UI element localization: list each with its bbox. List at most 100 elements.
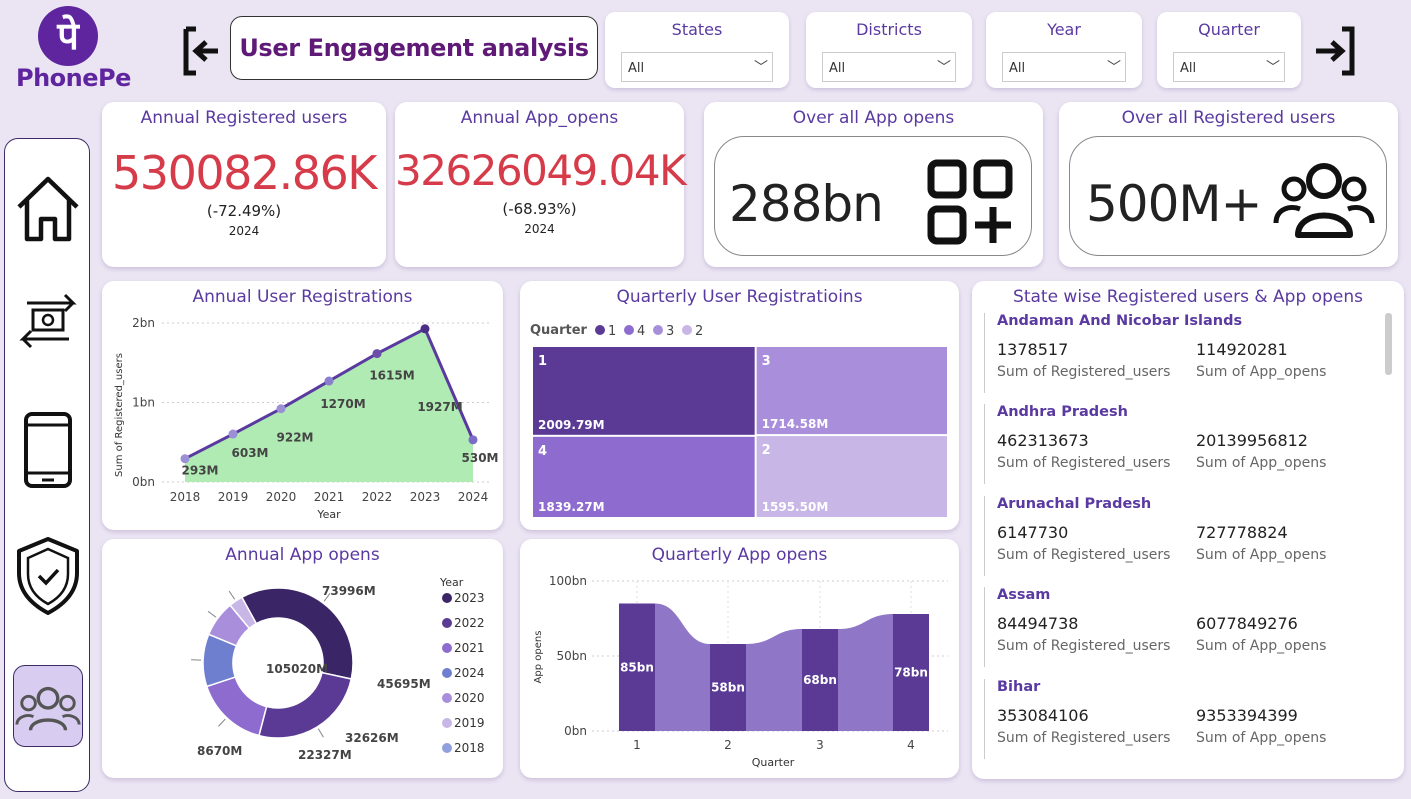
year-filter-label: Year <box>1047 20 1081 39</box>
legend-marker <box>442 743 452 753</box>
year-value: All <box>1009 61 1026 76</box>
legend-label: 2019 <box>454 716 485 730</box>
slice-label: 32626M <box>345 731 399 745</box>
data-point[interactable] <box>276 404 286 414</box>
users-icon <box>15 686 81 731</box>
year-dropdown[interactable]: All ﹀ <box>1002 52 1126 82</box>
state-name: Arunachal Pradesh <box>997 496 1152 512</box>
data-label: 1270M <box>320 397 365 411</box>
bar-label: 68bn <box>803 673 837 687</box>
tile-quarter: 4 <box>538 444 547 459</box>
nav-home[interactable] <box>13 167 83 249</box>
annual-app-opens-donut: Year 105020M 73996M 45695M 32626M 22327M 8670… <box>191 576 485 762</box>
chevron-down-icon: ﹀ <box>1266 60 1280 76</box>
quarter-dropdown[interactable]: All ﹀ <box>1173 52 1285 82</box>
overall-registered-value: 500M+ <box>1086 175 1262 233</box>
x-tick-label: 2023 <box>410 490 441 504</box>
data-point[interactable] <box>180 454 190 464</box>
annual-app-opens-year: 2024 <box>524 222 555 236</box>
state-list-scrollbar[interactable] <box>1385 313 1392 375</box>
registered-label: Sum of Registered_users <box>997 364 1171 380</box>
legend-marker <box>624 325 634 335</box>
x-tick-label: 1 <box>633 738 641 752</box>
data-point[interactable] <box>372 349 382 359</box>
data-point[interactable] <box>468 435 478 445</box>
exit-left-icon[interactable] <box>182 26 222 76</box>
enter-right-icon[interactable] <box>1314 26 1356 76</box>
districts-dropdown[interactable]: All ﹀ <box>822 52 956 82</box>
annual-app-opens-chart-card: Annual App opens Year 105020M 73996M 45695… <box>102 539 503 778</box>
app-opens-label: Sum of App_opens <box>1196 455 1327 471</box>
home-icon <box>17 176 79 242</box>
y-tick-label: 50bn <box>557 649 588 663</box>
app-opens-label: Sum of App_opens <box>1196 638 1327 654</box>
legend-label: 2021 <box>454 641 485 655</box>
quarter-filter[interactable]: Quarter All ﹀ <box>1157 12 1301 88</box>
quarterly-registrations-chart: Quarter 1 4 3 2 1 2009.79M 4 1839.27M 3 1714.58M… <box>530 323 947 517</box>
legend-marker <box>442 718 452 728</box>
state-name: Andhra Pradesh <box>997 404 1128 420</box>
data-point[interactable] <box>228 429 238 439</box>
data-point[interactable] <box>324 376 334 386</box>
overall-app-opens-card: Over all App opens 288bn <box>704 102 1043 267</box>
chevron-down-icon: ﹀ <box>1107 60 1121 76</box>
donut-slice[interactable] <box>205 676 268 737</box>
donut-slice[interactable] <box>258 671 353 739</box>
legend-label: 4 <box>637 324 645 339</box>
states-filter[interactable]: States All ﹀ <box>605 12 789 88</box>
state-app-opens: 6077849276 <box>1196 614 1298 633</box>
annual-app-opens-card: Annual App_opens 32626049.04K (-68.93%) … <box>395 102 687 267</box>
states-dropdown[interactable]: All ﹀ <box>621 52 773 82</box>
nav-transactions[interactable] <box>13 277 83 359</box>
nav-users[interactable] <box>13 665 83 747</box>
tile-quarter: 2 <box>762 443 771 458</box>
slice-label: 8670M <box>197 744 242 758</box>
quarter-filter-label: Quarter <box>1198 20 1260 39</box>
state-list[interactable]: Andaman And Nicobar Islands 1378517 1149… <box>984 313 1384 793</box>
annual-registered-year: 2024 <box>228 224 260 238</box>
annual-registered-card: Annual Registered users 530082.86K (-72.… <box>102 102 386 267</box>
annual-registered-change: (-72.49%) <box>206 202 282 220</box>
state-registered: 1378517 <box>997 340 1069 359</box>
data-label: 922M <box>277 431 314 445</box>
data-label: 1927M <box>417 400 462 414</box>
state-row: Assam 84494738 6077849276 Sum of Registe… <box>984 587 1374 667</box>
data-label: 530M <box>462 451 499 465</box>
legend-marker <box>682 325 692 335</box>
nav-insurance[interactable] <box>13 535 83 617</box>
transactions-icon <box>19 293 77 349</box>
legend-label: 2018 <box>454 741 485 755</box>
y-tick-label: 1bn <box>132 396 155 410</box>
legend-marker <box>653 325 663 335</box>
states-filter-label: States <box>671 20 723 39</box>
overall-app-opens-title: Over all App opens <box>792 108 955 128</box>
tile-quarter: 3 <box>762 354 771 369</box>
nav-mobile[interactable] <box>13 409 83 491</box>
state-registered: 462313673 <box>997 431 1089 450</box>
annual-app-opens-change: (-68.93%) <box>502 200 577 218</box>
slice-label: 73996M <box>322 584 376 598</box>
bar-label: 78bn <box>894 666 928 680</box>
registered-label: Sum of Registered_users <box>997 730 1171 746</box>
registered-label: Sum of Registered_users <box>997 638 1171 654</box>
year-filter[interactable]: Year All ﹀ <box>986 12 1142 88</box>
tile-quarter: 1 <box>538 354 547 369</box>
data-point[interactable] <box>420 324 430 334</box>
ribbon-connector <box>746 629 802 731</box>
annual-registered-value: 530082.86K <box>112 146 377 200</box>
overall-app-opens-value: 288bn <box>729 175 884 233</box>
y-axis-label: App opens <box>533 631 544 684</box>
state-registered: 6147730 <box>997 523 1069 542</box>
y-tick-label: 2bn <box>132 316 155 330</box>
state-row: Bihar 353084106 9353394399 Sum of Regist… <box>984 679 1374 759</box>
brand-name: PhonePe <box>16 64 131 92</box>
users-group-icon <box>1273 163 1375 238</box>
districts-filter[interactable]: Districts All ﹀ <box>806 12 972 88</box>
leader-line <box>218 718 226 727</box>
chevron-down-icon: ﹀ <box>937 60 951 76</box>
tile-value: 2009.79M <box>538 418 605 432</box>
ribbon-connector <box>655 603 710 731</box>
annual-registered-title: Annual Registered users <box>140 108 348 128</box>
overall-registered-title: Over all Registered users <box>1121 108 1336 128</box>
x-tick-label: 2020 <box>266 490 297 504</box>
